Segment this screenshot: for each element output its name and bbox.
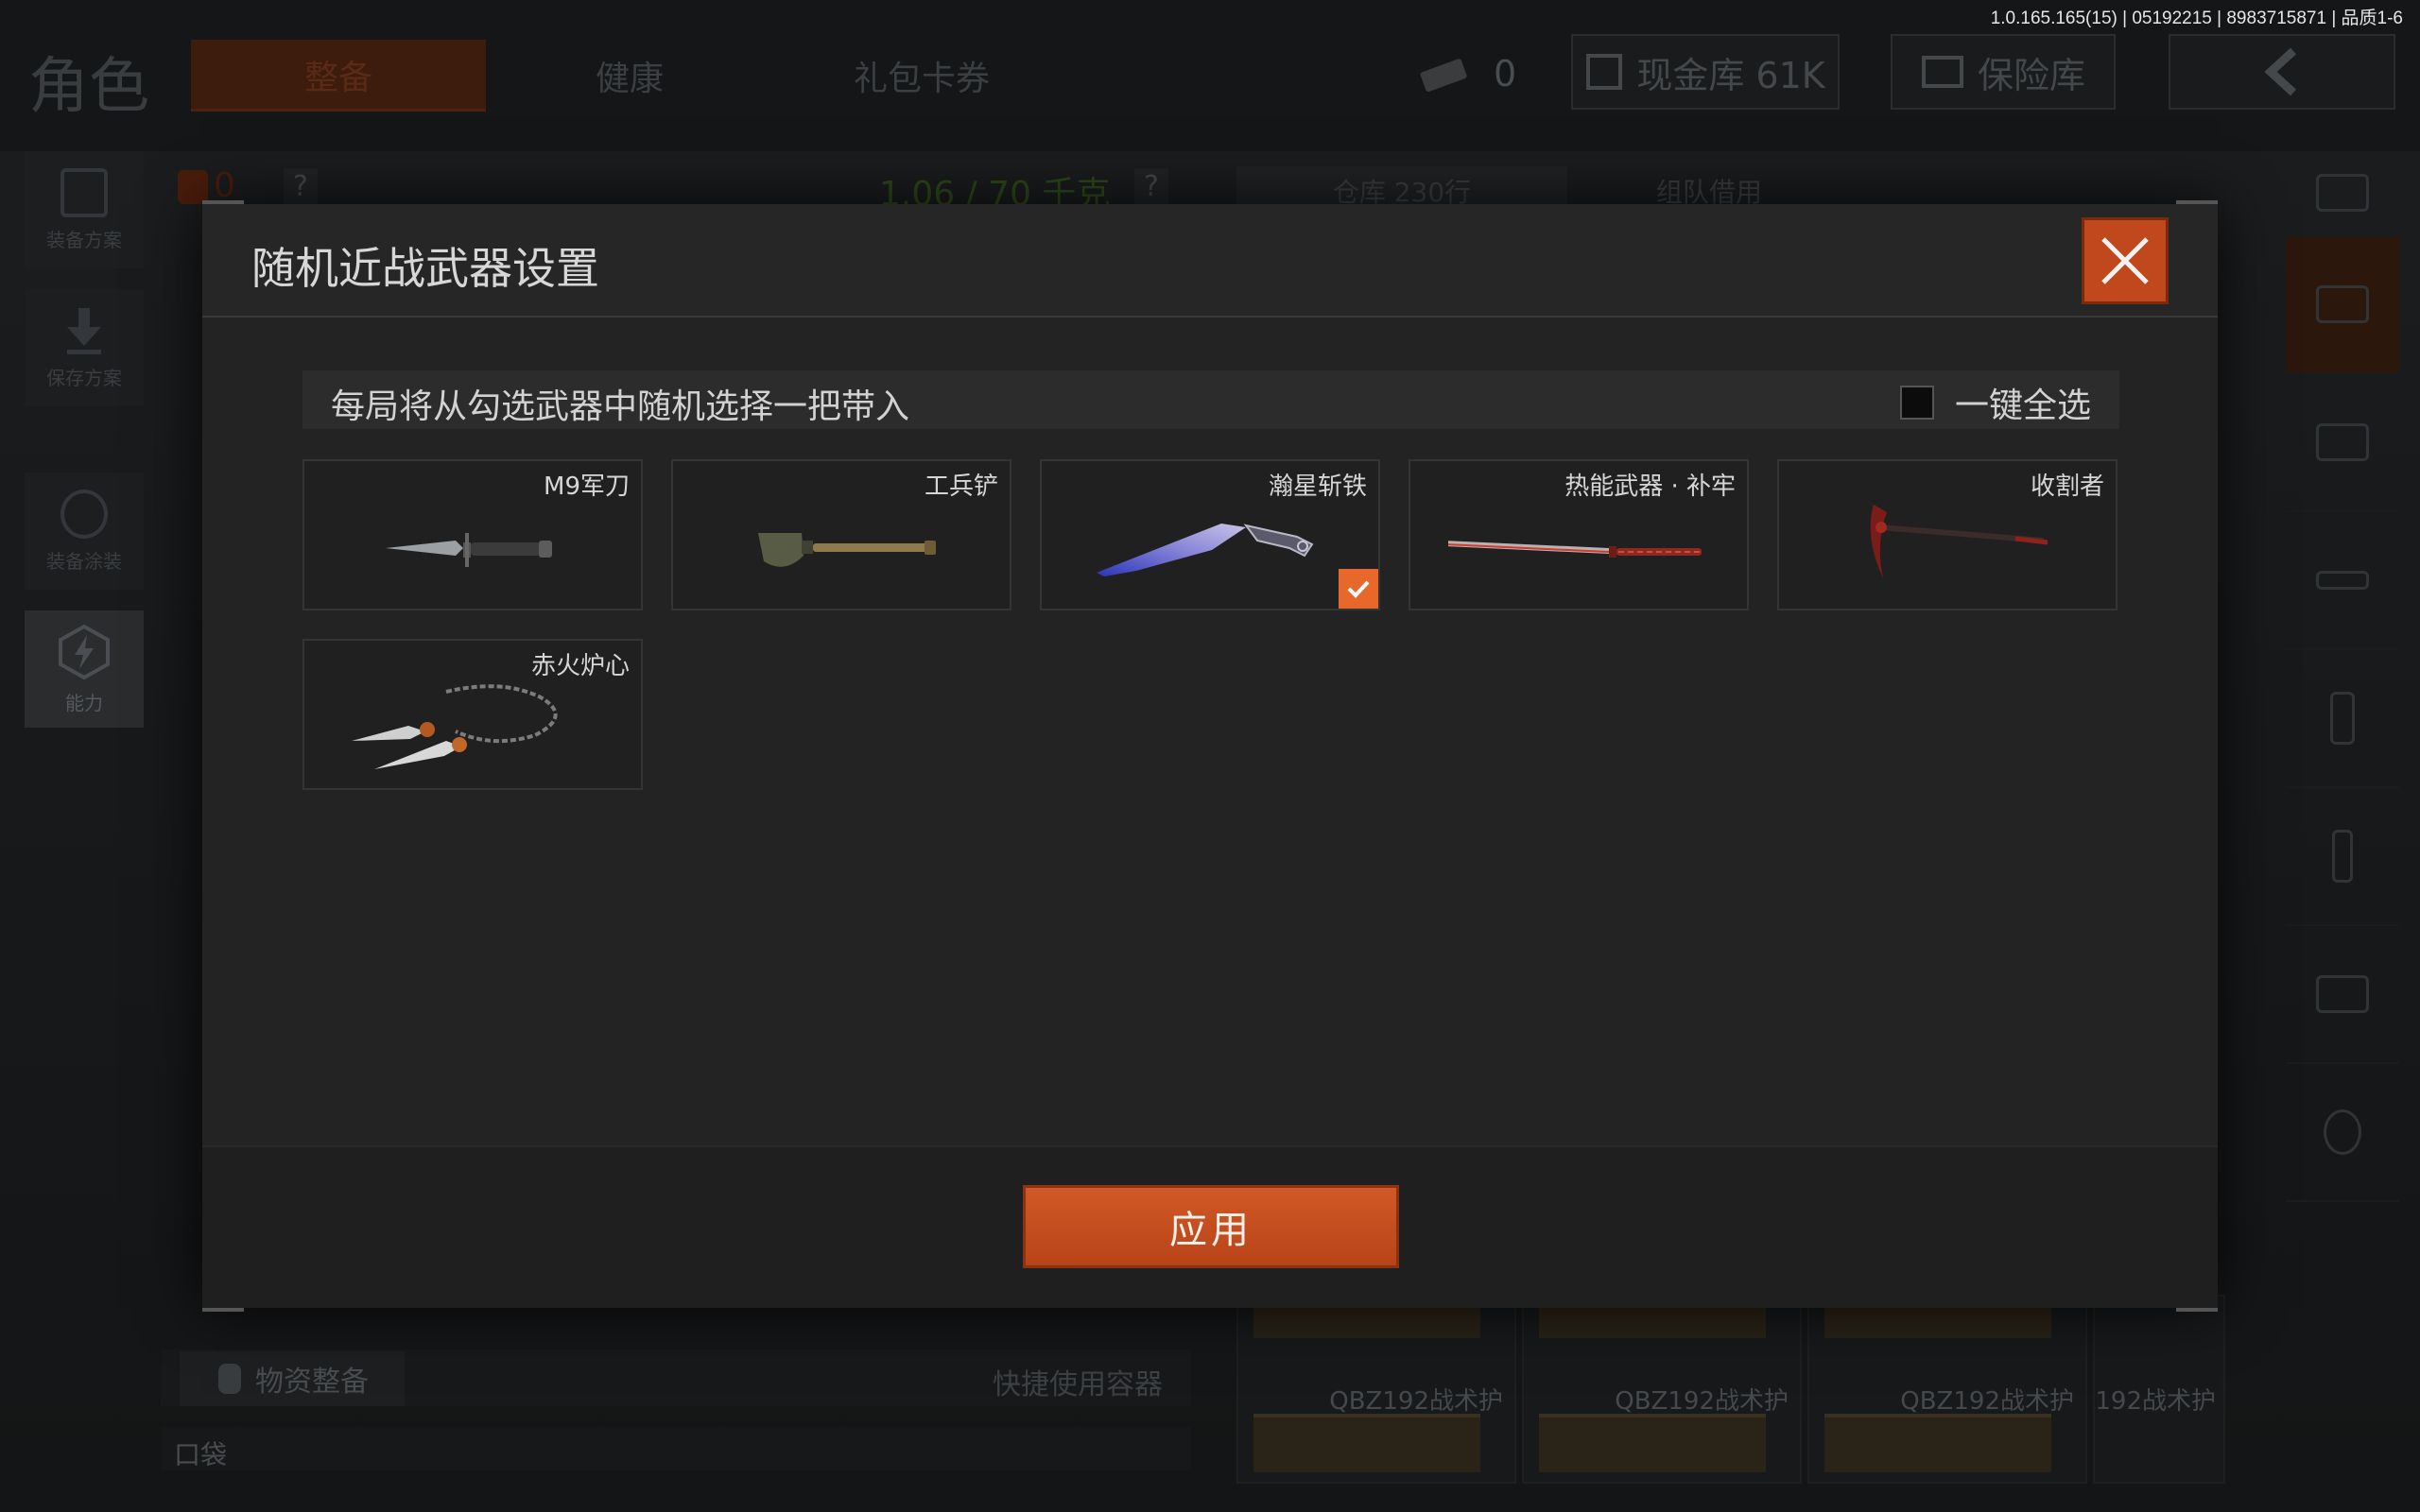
weapon-name: 瀚星斩铁 [1268,472,1367,501]
weapon-card-shovel[interactable]: 工兵铲 [671,459,1011,610]
nav-item-armor[interactable] [2286,926,2399,1064]
weapon-name: M9军刀 [544,472,630,501]
cash-icon [1420,59,1467,93]
cash-vault-label: 现金库 61K [1636,54,1825,96]
tab-equip[interactable]: 整备 [191,40,486,112]
item-image [1539,1414,1766,1472]
nav-label: 能力 [65,691,103,714]
warehouse-grid: QBZ192战术护 QBZ192战术护 QBZ192战术护 QBZ192战术护 [1236,1295,2229,1484]
vault-icon [1586,54,1623,90]
vest-icon [60,167,108,217]
resource-button[interactable]: 物资整备 [180,1351,405,1406]
nav-item-bullet[interactable] [2286,788,2399,926]
weapon-name: 赤火炉心 [530,652,630,680]
version-info: 1.0.165.165(15) | 05192215 | 8983715871 … [1990,9,2403,28]
nav-item-helmet[interactable] [2286,374,2399,512]
left-nav: 装备方案 保存方案 装备涂装 能力 [25,151,144,748]
lightning-icon [59,624,110,679]
nav-item-loadout-plan[interactable]: 装备方案 [25,151,144,268]
back-arrow-icon [2264,47,2297,96]
tab-health[interactable]: 健康 [529,40,730,112]
pocket-bar [161,1427,1191,1470]
dialog-header: 随机近战武器设置 [202,204,2218,318]
currency-value: 0 [1494,53,1517,94]
top-bar: 角色 整备 健康 礼包卡券 0 现金库 61K 保险库 1.0.165.165(… [0,0,2420,151]
magazine-icon [2330,692,2355,745]
blade-icon [1097,524,1314,576]
safe-button[interactable]: 保险库 [1891,34,2116,110]
help-icon[interactable]: ? [1134,168,1168,206]
nav-item-save-plan[interactable]: 保存方案 [25,289,144,406]
help-icon[interactable]: ? [284,168,318,206]
currency-display: 0 [1418,38,1516,110]
tab-gift-coupons[interactable]: 礼包卡券 [804,40,1040,112]
select-all-toggle[interactable]: 一键全选 [1899,378,2091,427]
notice-bar: 每局将从勾选武器中随机选择一把带入 一键全选 [302,370,2119,429]
nav-item-ability[interactable]: 能力 [25,610,144,728]
right-nav [2286,151,2399,1202]
rifle-icon [2316,571,2369,590]
cash-vault-button[interactable]: 现金库 61K [1571,34,1840,110]
shovel-icon [758,533,936,567]
checkmark-icon[interactable] [1339,569,1378,609]
close-button[interactable] [2082,217,2169,304]
scythe-icon [1870,505,2048,578]
katana-icon [1448,541,1702,558]
capacity-count: 0 [214,166,235,205]
resource-button-label: 物资整备 [255,1366,369,1399]
page-title: 角色 [28,52,149,122]
nav-label: 装备方案 [46,228,122,251]
melee-weapon-settings-dialog: 随机近战武器设置 每局将从勾选武器中随机选择一把带入 一键全选 M9军刀 工兵铲 [202,200,2218,1312]
nav-label: 装备涂装 [46,549,122,573]
nav-label: 保存方案 [46,366,122,389]
item-image [1253,1414,1480,1472]
weapon-card-m9-bayonet[interactable]: M9军刀 [302,459,643,610]
warehouse-cell[interactable]: QBZ192战术护 [2093,1295,2225,1484]
back-button[interactable] [2169,34,2395,110]
warehouse-cell[interactable]: QBZ192战术护 [1236,1295,1516,1484]
item-name: QBZ192战术护 [1329,1387,1503,1416]
weapon-card-star-blade[interactable]: 瀚星斩铁 [1040,459,1380,610]
stack-icon [2316,174,2369,212]
chain-blades-icon [352,684,558,769]
bullet-icon [2332,830,2353,883]
quick-use-label: 快捷使用容器 [993,1368,1163,1401]
item-image [1824,1414,2051,1472]
nav-item-paint[interactable]: 装备涂装 [25,472,144,590]
helmet-icon [2316,423,2369,461]
weapon-card-thermal-katana[interactable]: 热能武器 · 补牢 [1409,459,1749,610]
warehouse-cell[interactable]: QBZ192战术护 [1522,1295,1802,1484]
nav-item-sort[interactable] [2286,151,2399,236]
armor-icon [2316,975,2369,1013]
close-icon [2101,237,2149,284]
nav-item-grenade[interactable] [2286,1064,2399,1202]
notice-text: 每局将从勾选武器中随机选择一把带入 [331,387,910,426]
helmet-icon [60,489,108,539]
warehouse-cell[interactable]: QBZ192战术护 [1807,1295,2087,1484]
weapon-name: 收割者 [2030,472,2104,501]
dialog-title: 随机近战武器设置 [251,243,599,294]
item-name: QBZ192战术护 [1615,1387,1789,1416]
download-icon [67,307,101,354]
weapon-name: 热能武器 · 补牢 [1564,472,1736,501]
grenade-icon [2324,1109,2361,1155]
item-name: QBZ192战术护 [1900,1387,2074,1416]
safe-icon [1921,56,1963,88]
safe-label: 保险库 [1977,54,2085,96]
weapon-name: 工兵铲 [924,472,998,501]
supply-icon [218,1364,241,1394]
bayonet-icon [386,533,552,567]
apply-button[interactable]: 应用 [1023,1185,1399,1268]
select-all-checkbox[interactable] [1899,386,1934,420]
item-name: QBZ192战术护 [2095,1387,2216,1416]
nav-item-magazine[interactable] [2286,650,2399,788]
pocket-label: 口袋 [174,1439,228,1470]
weapon-card-red-fire-core[interactable]: 赤火炉心 [302,639,643,790]
nav-item-all[interactable] [2286,236,2399,374]
select-all-label: 一键全选 [1954,387,2091,425]
nav-item-rifle[interactable] [2286,512,2399,650]
layers-icon [2316,285,2369,323]
weapon-card-reaper[interactable]: 收割者 [1777,459,2118,610]
